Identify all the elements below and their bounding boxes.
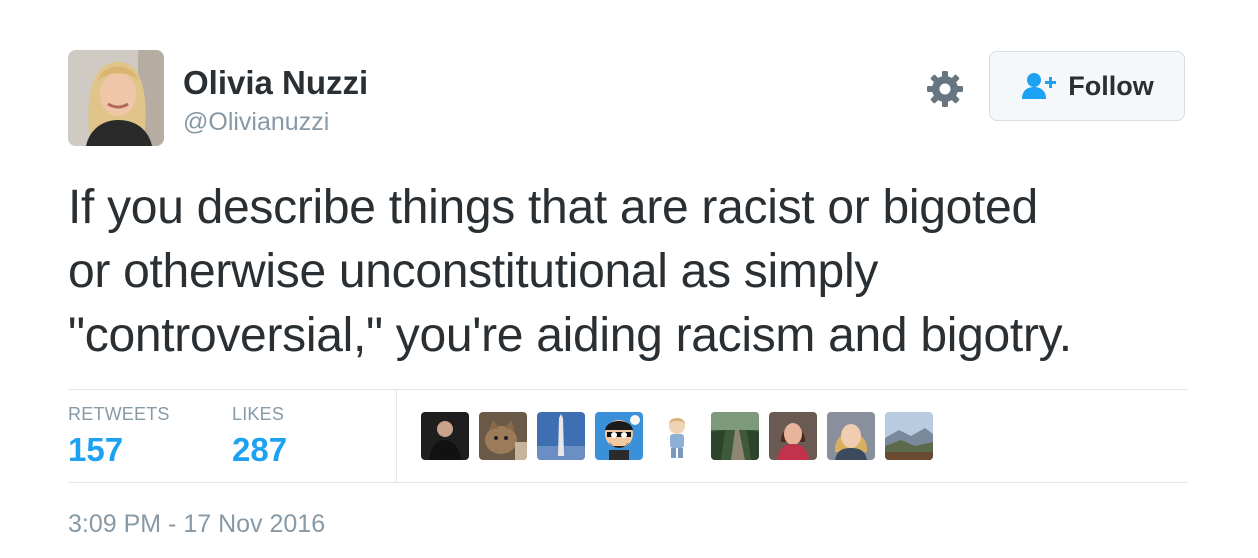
retweets-stat[interactable]: RETWEETS 157 (68, 404, 170, 469)
likers-list (421, 412, 933, 460)
liker-avatar-figurine[interactable] (653, 412, 701, 460)
tweet-card: Olivia Nuzzi @Olivianuzzi Follow If you … (0, 0, 1258, 558)
liker-avatar-trail[interactable] (711, 412, 759, 460)
liker-avatar-cat[interactable] (479, 412, 527, 460)
tweet-timestamp[interactable]: 3:09 PM - 17 Nov 2016 (68, 510, 325, 539)
liker-avatar-landscape[interactable] (885, 412, 933, 460)
author-display-name[interactable]: Olivia Nuzzi (183, 64, 368, 102)
add-user-icon (1020, 71, 1058, 101)
author-handle[interactable]: @Olivianuzzi (183, 108, 329, 137)
liker-avatar-cartoon[interactable] (595, 412, 643, 460)
liker-avatar-woman-red[interactable] (769, 412, 817, 460)
stats-top-divider (68, 389, 1188, 390)
retweets-label: RETWEETS (68, 404, 170, 424)
tweet-text-line: If you describe things that are racist o… (68, 181, 1038, 234)
retweets-count: 157 (68, 431, 124, 468)
likes-label: LIKES (232, 404, 285, 424)
stats-vertical-divider (396, 390, 397, 482)
liker-avatar-woman-blonde[interactable] (827, 412, 875, 460)
gear-icon[interactable] (926, 70, 964, 108)
tweet-text-line: or otherwise unconstitutional as simply (68, 245, 879, 298)
likes-count: 287 (232, 431, 288, 468)
follow-button[interactable]: Follow (989, 51, 1185, 121)
stats-bottom-divider (68, 482, 1188, 483)
tweet-text-line: "controversial," you're aiding racism an… (68, 309, 1072, 362)
liker-avatar-man-dark[interactable] (421, 412, 469, 460)
likes-stat[interactable]: LIKES 287 (232, 404, 287, 469)
tweet-text: If you describe things that are racist o… (68, 176, 1198, 368)
liker-avatar-monument[interactable] (537, 412, 585, 460)
author-avatar[interactable] (68, 50, 164, 146)
follow-button-label: Follow (1068, 70, 1154, 101)
